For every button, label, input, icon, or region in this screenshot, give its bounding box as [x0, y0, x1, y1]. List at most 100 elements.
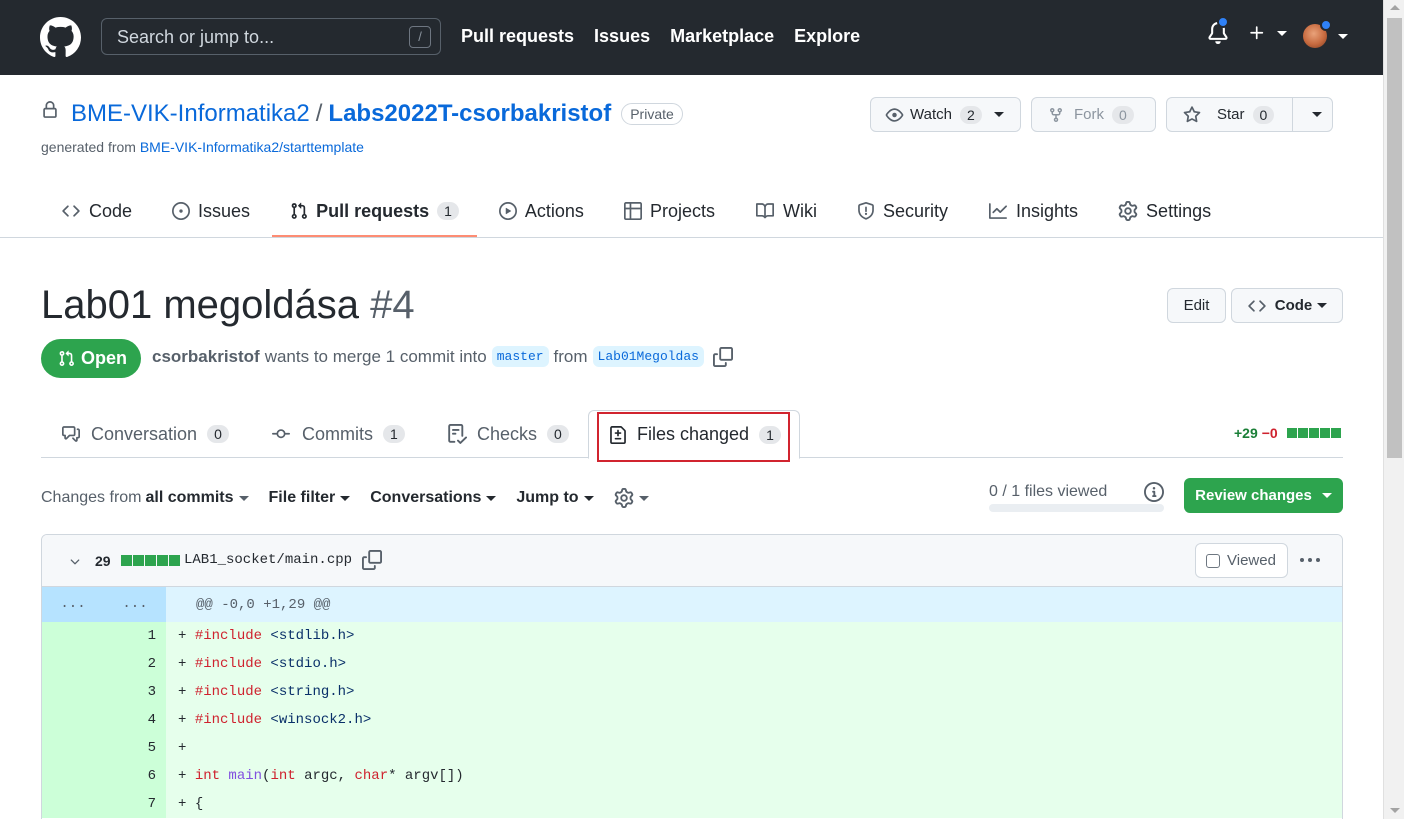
edit-button[interactable]: Edit — [1167, 288, 1226, 323]
new-line-number[interactable]: 6 — [104, 762, 166, 790]
github-logo-icon[interactable] — [40, 17, 81, 58]
tab-projects[interactable]: Projects — [604, 185, 735, 237]
user-menu[interactable] — [1303, 19, 1348, 48]
repo-name-link[interactable]: Labs2022T-csorbakristof — [328, 100, 611, 128]
watch-button[interactable]: Watch 2 — [870, 97, 1021, 132]
expand-right[interactable]: ... — [104, 587, 166, 622]
diff-line: 5 + — [42, 734, 1342, 762]
global-nav: Pull requests Issues Marketplace Explore — [461, 26, 860, 47]
code-text: <string.h> — [262, 684, 355, 700]
chevron-down-icon — [993, 112, 1004, 117]
tab-pull-requests[interactable]: Pull requests 1 — [270, 185, 479, 237]
pr-meta: csorbakristof wants to merge 1 commit in… — [152, 346, 733, 367]
commit-icon — [272, 429, 290, 439]
nav-marketplace[interactable]: Marketplace — [670, 26, 774, 47]
tab-insights[interactable]: Insights — [968, 185, 1098, 237]
nav-issues[interactable]: Issues — [594, 26, 650, 47]
issue-icon — [172, 202, 191, 220]
star-button[interactable]: Star 0 — [1166, 97, 1333, 132]
diffstat-block — [1308, 428, 1319, 438]
fork-label: Fork — [1074, 106, 1104, 123]
tab-security[interactable]: Security — [837, 185, 968, 237]
file-path[interactable]: LAB1_socket/main.cpp — [184, 552, 352, 568]
diff-settings-dropdown[interactable] — [614, 488, 649, 508]
pr-status-badge: Open — [41, 339, 141, 378]
nav-pull-requests[interactable]: Pull requests — [461, 26, 574, 47]
nav-explore[interactable]: Explore — [794, 26, 860, 47]
file-filter-dropdown[interactable]: File filter — [269, 489, 351, 507]
pr-number: #4 — [370, 283, 415, 327]
notifications-bell-icon[interactable] — [1207, 16, 1229, 46]
tab-checks[interactable]: Checks 0 — [447, 410, 569, 458]
scrollbar-thumb[interactable] — [1387, 18, 1402, 458]
kebab-horizontal-icon[interactable] — [1300, 558, 1320, 562]
slash-shortcut-key: / — [409, 26, 431, 48]
template-link[interactable]: BME-VIK-Informatika2/starttemplate — [140, 139, 364, 155]
highlight-box — [597, 412, 790, 462]
chevron-down-icon[interactable] — [67, 555, 83, 569]
changes-from-dropdown[interactable]: Changes from all commits — [41, 489, 249, 507]
tab-code[interactable]: Code — [41, 185, 152, 237]
page-scrollbar[interactable] — [1383, 0, 1404, 819]
new-line-number[interactable]: 1 — [104, 622, 166, 650]
watch-label: Watch — [910, 106, 952, 123]
tab-wiki[interactable]: Wiki — [735, 185, 837, 237]
copy-icon[interactable] — [362, 550, 382, 570]
conversations-dropdown[interactable]: Conversations — [370, 489, 497, 507]
code-keyword: char — [354, 768, 389, 784]
tab-conversation[interactable]: Conversation 0 — [61, 410, 229, 458]
code-function: main — [220, 768, 263, 784]
info-icon[interactable] — [1144, 482, 1164, 502]
watch-count: 2 — [959, 105, 982, 124]
diffstat-block — [121, 555, 132, 566]
old-line-number — [42, 790, 104, 818]
review-changes-label: Review changes — [1195, 487, 1312, 504]
chevron-down-icon — [1317, 303, 1328, 308]
diff-line: 7 + { — [42, 790, 1342, 818]
code-dropdown-button[interactable]: Code — [1231, 288, 1343, 323]
viewed-checkbox-button[interactable]: Viewed — [1195, 543, 1288, 578]
new-line-number[interactable]: 5 — [104, 734, 166, 762]
review-changes-button[interactable]: Review changes — [1184, 478, 1343, 513]
file-additions-count: 29 — [95, 553, 111, 569]
scroll-up-arrow-icon[interactable] — [1390, 5, 1400, 10]
copy-icon[interactable] — [712, 346, 733, 367]
fork-button[interactable]: Fork 0 — [1031, 97, 1156, 132]
code-icon — [62, 205, 80, 217]
new-line-number[interactable]: 3 — [104, 678, 166, 706]
new-line-number[interactable]: 7 — [104, 790, 166, 818]
new-line-number[interactable]: 2 — [104, 650, 166, 678]
base-branch[interactable]: master — [491, 346, 549, 367]
edit-label: Edit — [1183, 297, 1210, 314]
head-branch[interactable]: Lab01Megoldas — [592, 346, 704, 367]
expand-left[interactable]: ... — [42, 587, 104, 622]
tab-issues[interactable]: Issues — [152, 185, 270, 237]
pull-request-icon — [291, 202, 307, 219]
pr-author-link[interactable]: csorbakristof — [152, 347, 260, 367]
new-line-number[interactable]: 4 — [104, 706, 166, 734]
diffstat: +29 −0 — [1234, 425, 1341, 441]
search-input[interactable]: Search or jump to... / — [101, 18, 441, 55]
viewed-checkbox[interactable] — [1206, 553, 1220, 568]
pr-status-label: Open — [81, 348, 128, 368]
repo-owner-link[interactable]: BME-VIK-Informatika2 — [71, 100, 310, 128]
star-list-dropdown-icon[interactable] — [1312, 112, 1322, 117]
file-diff: 29 LAB1_socket/main.cpp Viewed ... ... @… — [41, 534, 1343, 819]
repo-tabs: Code Issues Pull requests 1 Actions Proj… — [41, 185, 1231, 237]
tab-security-label: Security — [882, 200, 948, 221]
diff-line: 1 + #include <stdlib.h> — [42, 622, 1342, 650]
scroll-down-arrow-icon[interactable] — [1390, 808, 1400, 813]
jump-to-dropdown[interactable]: Jump to — [516, 489, 594, 507]
tab-settings[interactable]: Settings — [1098, 185, 1231, 237]
tab-actions-label: Actions — [524, 200, 584, 221]
chevron-down-icon — [1277, 30, 1287, 36]
tab-issues-label: Issues — [198, 200, 251, 221]
tab-actions[interactable]: Actions — [479, 185, 604, 237]
tab-commits[interactable]: Commits 1 — [270, 410, 405, 458]
diff-toolbar: Changes from all commits File filter Con… — [41, 488, 669, 508]
file-diffstat-bar — [120, 555, 180, 566]
shield-icon — [858, 202, 874, 220]
line-code: + { — [166, 790, 1342, 818]
create-new-dropdown[interactable] — [1248, 24, 1287, 42]
play-icon — [498, 202, 517, 220]
